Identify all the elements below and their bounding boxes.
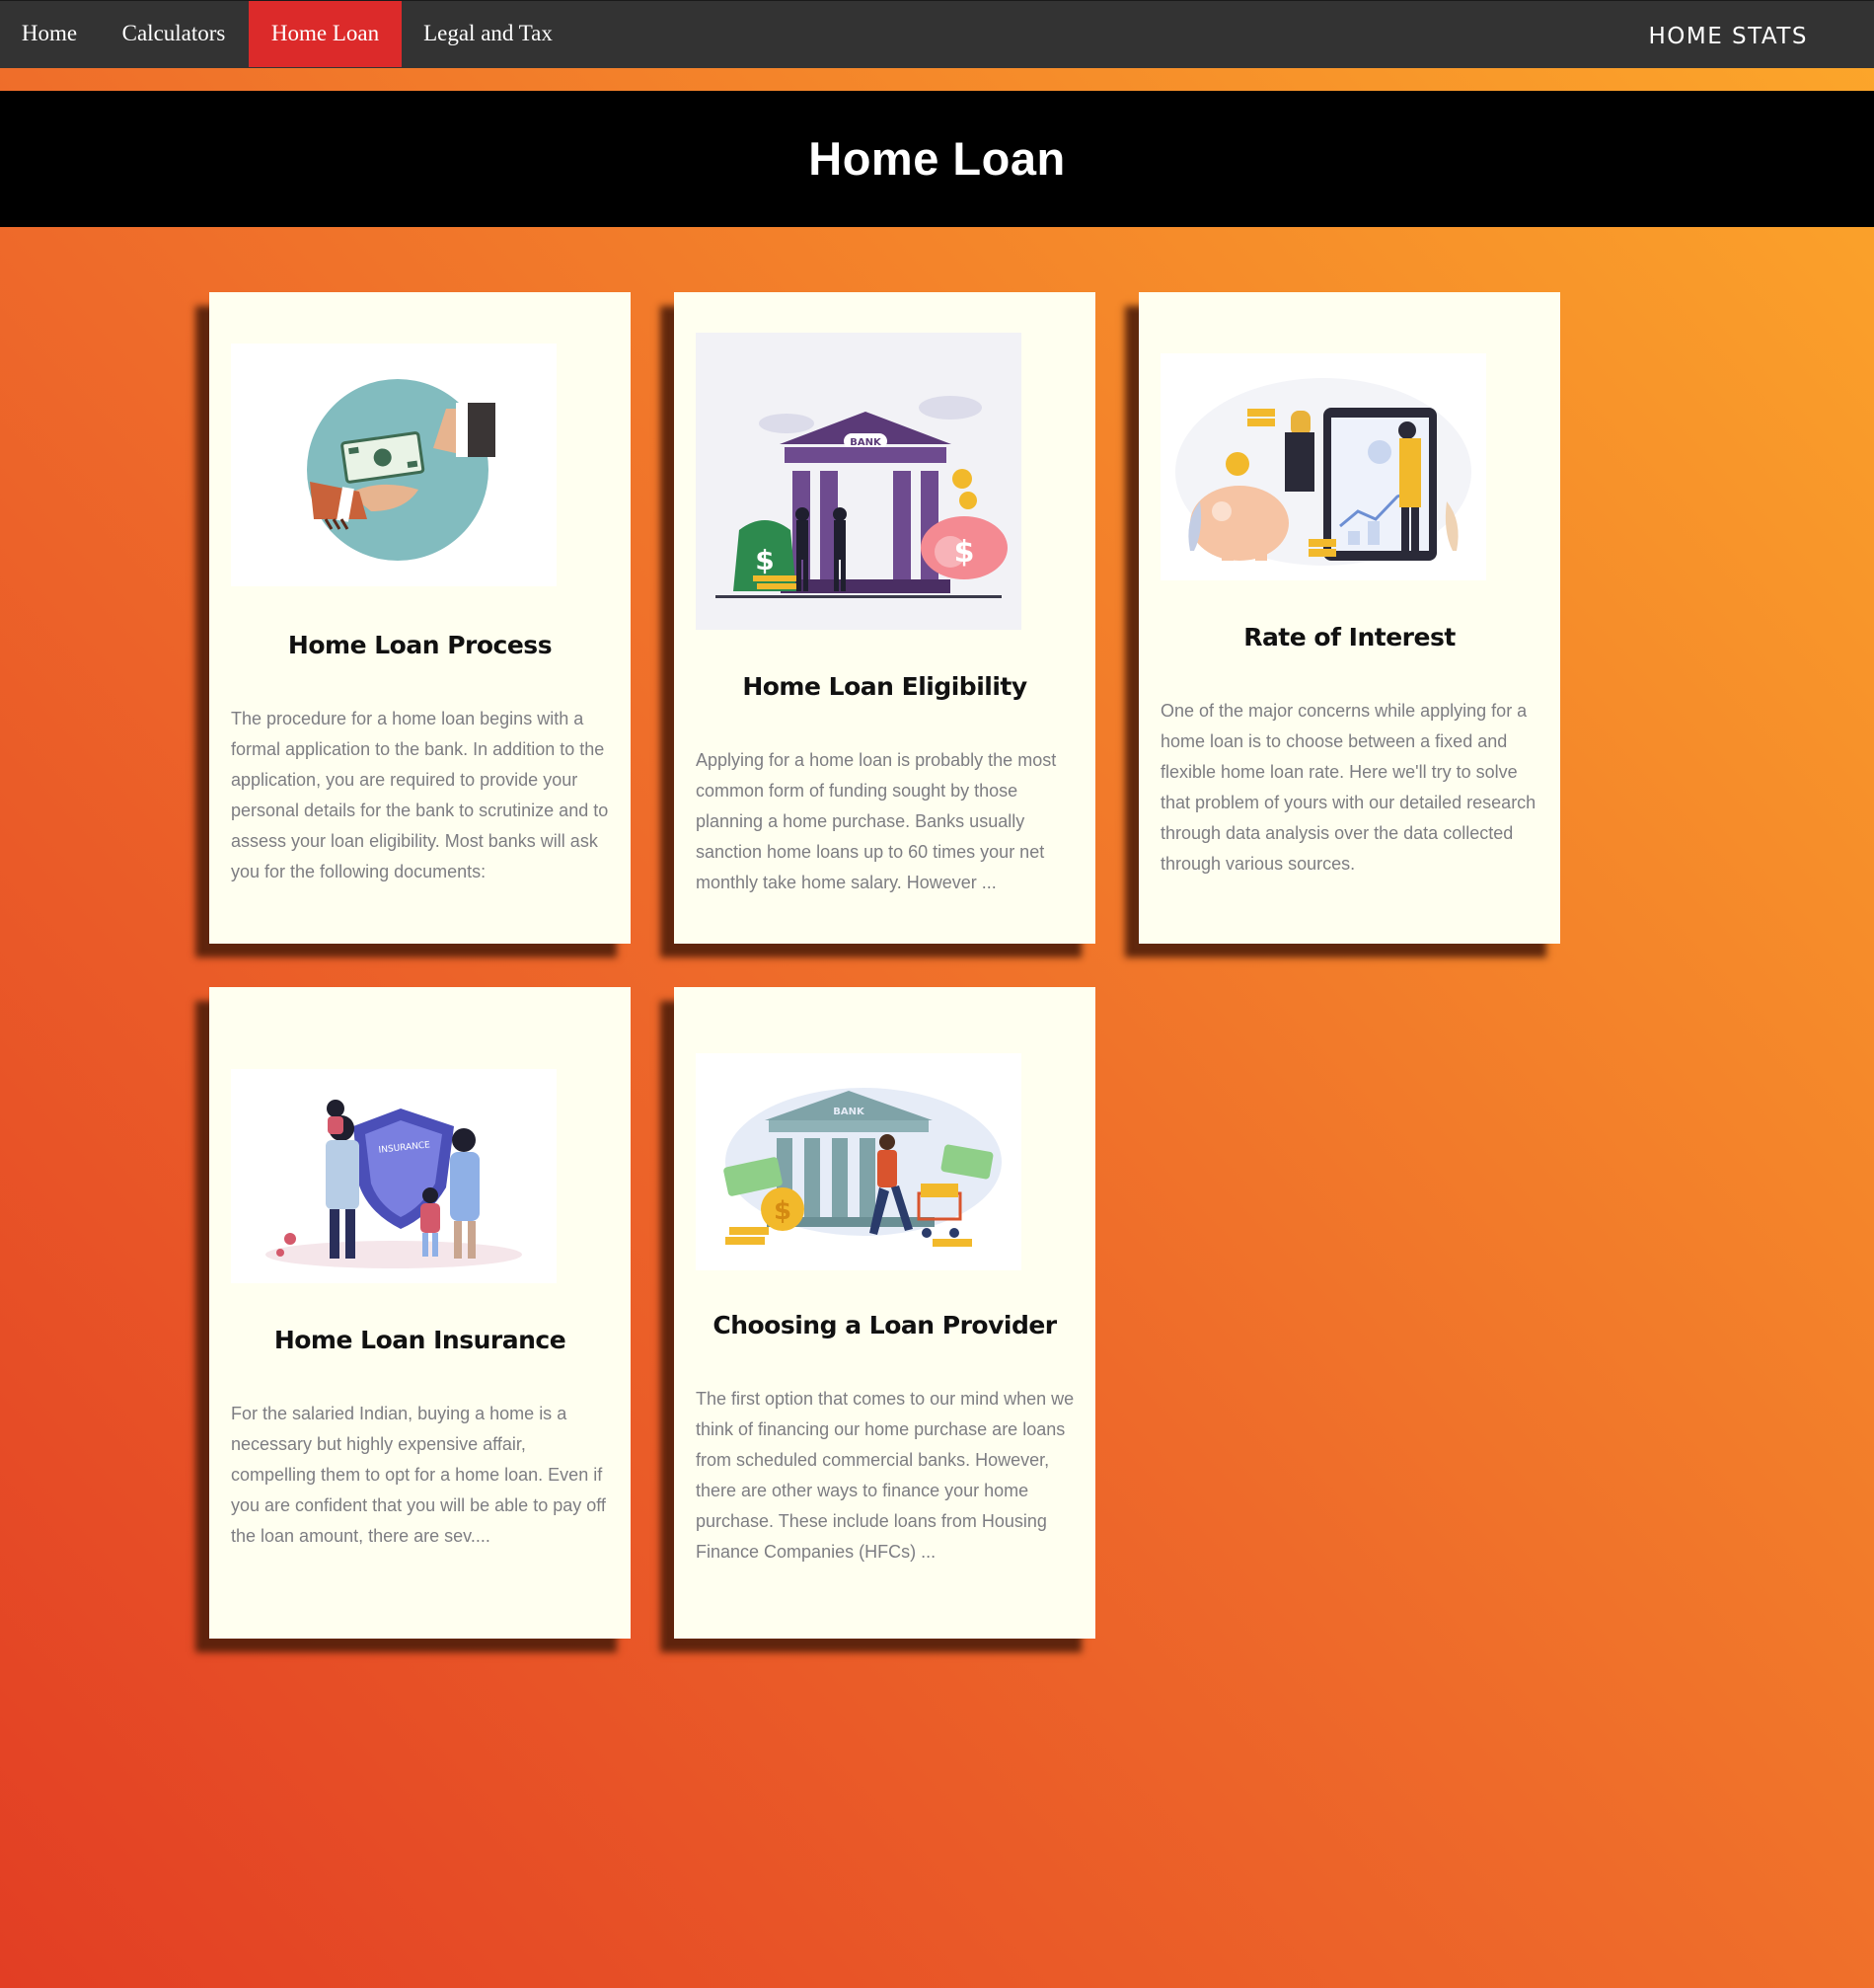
nav-item-home-loan[interactable]: Home Loan	[249, 1, 402, 67]
svg-text:$: $	[755, 544, 774, 576]
card-title[interactable]: Rate of Interest	[1139, 623, 1560, 651]
nav-item-home[interactable]: Home	[0, 1, 99, 67]
family-insurance-shield-illustration: INSURANCE	[231, 1069, 557, 1283]
page-title: Home Loan	[808, 132, 1066, 185]
svg-text:$: $	[954, 535, 975, 570]
page-header: Home Loan	[0, 91, 1874, 227]
bank-building-illustration: BANK $ $	[696, 333, 1021, 630]
top-navbar: Home Calculators Home Loan Legal and Tax…	[0, 0, 1874, 68]
card-title[interactable]: Home Loan Eligibility	[674, 672, 1095, 701]
card-title[interactable]: Choosing a Loan Provider	[674, 1311, 1095, 1339]
card-home-loan-insurance[interactable]: INSURANCE Home Loan Insurance For the sa…	[209, 987, 631, 1639]
svg-text:BANK: BANK	[833, 1107, 865, 1117]
card-title[interactable]: Home Loan Process	[209, 631, 631, 659]
nav-item-calculators[interactable]: Calculators	[104, 1, 244, 67]
svg-text:$: $	[774, 1196, 791, 1226]
card-description: Applying for a home loan is probably the…	[696, 750, 1057, 892]
svg-text:BANK: BANK	[850, 437, 882, 448]
brand-logo-text[interactable]: HOME STATS	[1648, 1, 1808, 69]
card-rate-of-interest[interactable]: Rate of Interest One of the major concer…	[1139, 292, 1560, 944]
card-description: For the salaried Indian, buying a home i…	[231, 1404, 606, 1546]
piggy-bank-analytics-illustration	[1161, 353, 1486, 580]
card-description: The procedure for a home loan begins wit…	[231, 709, 609, 881]
card-choosing-a-loan-provider[interactable]: BANK $ Choosing a Loan Provider The firs…	[674, 987, 1095, 1639]
nav-item-legal-and-tax[interactable]: Legal and Tax	[407, 1, 569, 67]
card-home-loan-process[interactable]: Home Loan Process The procedure for a ho…	[209, 292, 631, 944]
card-title[interactable]: Home Loan Insurance	[209, 1326, 631, 1354]
card-description: The first option that comes to our mind …	[696, 1389, 1075, 1562]
money-handover-illustration	[231, 344, 557, 586]
card-description: One of the major concerns while applying…	[1161, 701, 1537, 874]
bank-cart-money-illustration: BANK $	[696, 1053, 1021, 1270]
card-home-loan-eligibility[interactable]: BANK $ $ Home Loan Eligibility Applying …	[674, 292, 1095, 944]
